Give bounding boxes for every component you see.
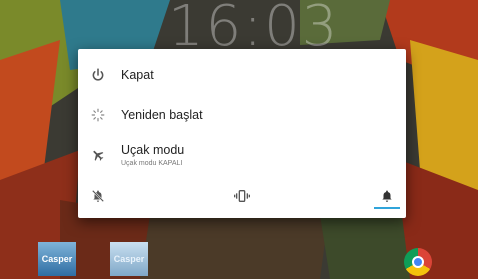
airplane-mode-status: Uçak modu KAPALI	[121, 160, 183, 167]
power-off-option[interactable]: Kapat	[78, 55, 406, 95]
casper-app-icon[interactable]: Casper	[38, 242, 76, 276]
selected-mode-indicator	[374, 207, 400, 209]
restart-option[interactable]: Yeniden başlat	[78, 95, 406, 135]
vibrate-icon	[234, 189, 250, 208]
casper-app-label-2: Casper	[113, 254, 145, 264]
silent-bell-icon	[91, 189, 105, 208]
sound-mode-bar	[78, 183, 406, 218]
casper-app-label: Casper	[41, 254, 73, 264]
power-off-label: Kapat	[121, 68, 154, 82]
bell-icon	[380, 189, 394, 208]
airplane-icon	[90, 147, 106, 163]
chrome-icon[interactable]	[404, 248, 432, 276]
airplane-mode-label: Uçak modu	[121, 143, 185, 157]
silent-mode-button[interactable]	[78, 183, 118, 213]
vibrate-mode-button[interactable]	[222, 183, 262, 213]
restart-label: Yeniden başlat	[121, 108, 203, 122]
airplane-mode-option[interactable]: Uçak modu Uçak modu KAPALI	[78, 135, 406, 175]
restart-icon	[90, 107, 106, 123]
casper-app-icon-2[interactable]: Casper	[110, 242, 148, 276]
power-menu-dialog: Kapat Yeniden başlat Uçak modu Uçak modu…	[78, 49, 406, 218]
power-icon	[90, 67, 106, 83]
